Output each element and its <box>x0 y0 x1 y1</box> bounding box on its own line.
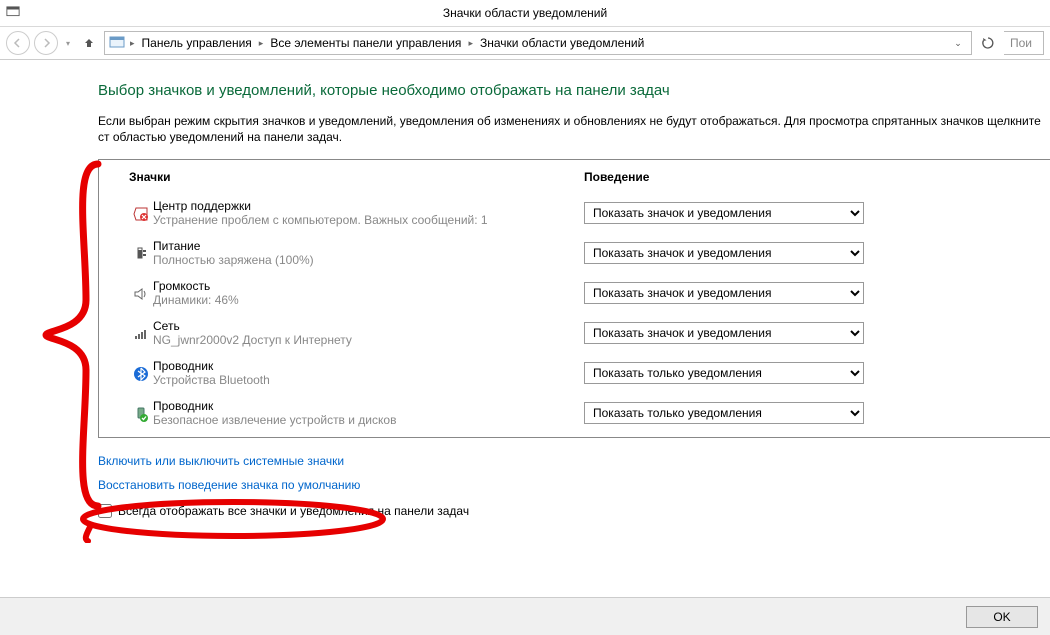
list-item: Центр поддержки Устранение проблем с ком… <box>99 193 1050 233</box>
network-icon <box>129 324 153 342</box>
breadcrumb-item[interactable]: Панель управления <box>140 35 254 51</box>
page-heading: Выбор значков и уведомлений, которые нео… <box>98 82 1050 99</box>
item-subtitle: Безопасное извлечение устройств и дисков <box>153 413 564 427</box>
behavior-select[interactable]: Показать значок и уведомленияПоказать то… <box>584 362 864 384</box>
chevron-right-icon[interactable]: ▸ <box>257 38 266 49</box>
chevron-right-icon[interactable]: ▸ <box>466 38 475 49</box>
column-behavior-header: Поведение <box>584 170 649 184</box>
behavior-select[interactable]: Показать значок и уведомленияПоказать то… <box>584 242 864 264</box>
system-icons-link[interactable]: Включить или выключить системные значки <box>98 454 344 468</box>
item-title: Питание <box>153 239 564 253</box>
always-show-checkbox[interactable] <box>98 504 112 518</box>
safely-remove-icon <box>129 404 153 422</box>
item-title: Центр поддержки <box>153 199 564 213</box>
item-subtitle: Динамики: 46% <box>153 293 564 307</box>
restore-defaults-link[interactable]: Восстановить поведение значка по умолчан… <box>98 478 360 492</box>
always-show-label: Всегда отображать все значки и уведомлен… <box>118 504 469 518</box>
breadcrumb-item[interactable]: Значки области уведомлений <box>478 35 646 51</box>
ok-button[interactable]: OK <box>966 606 1038 628</box>
behavior-select[interactable]: Показать значок и уведомленияПоказать то… <box>584 202 864 224</box>
navigation-bar: ▾ ▸ Панель управления ▸ Все элементы пан… <box>0 27 1050 60</box>
item-title: Проводник <box>153 399 564 413</box>
list-item: Питание Полностью заряжена (100%) Показа… <box>99 233 1050 273</box>
bluetooth-icon <box>129 364 153 382</box>
volume-icon <box>129 284 153 302</box>
list-item: Громкость Динамики: 46% Показать значок … <box>99 273 1050 313</box>
item-title: Проводник <box>153 359 564 373</box>
item-subtitle: Полностью заряжена (100%) <box>153 253 564 267</box>
power-icon <box>129 244 153 262</box>
item-subtitle: Устройства Bluetooth <box>153 373 564 387</box>
list-item: Проводник Устройства Bluetooth Показать … <box>99 353 1050 393</box>
chevron-right-icon[interactable]: ▸ <box>128 38 137 49</box>
window-title: Значки области уведомлений <box>443 6 607 20</box>
address-dropdown-icon[interactable]: ⌄ <box>949 38 967 49</box>
content-area: Выбор значков и уведомлений, которые нео… <box>0 60 1050 518</box>
search-placeholder: Пои <box>1010 36 1032 50</box>
back-button[interactable] <box>6 31 30 55</box>
button-bar: OK <box>0 597 1050 635</box>
column-icons-header: Значки <box>129 170 584 184</box>
forward-button[interactable] <box>34 31 58 55</box>
page-description: Если выбран режим скрытия значков и увед… <box>98 113 1050 145</box>
behavior-select[interactable]: Показать значок и уведомленияПоказать то… <box>584 282 864 304</box>
item-subtitle: NG_jwnr2000v2 Доступ к Интернету <box>153 333 564 347</box>
icon-list-frame: Значки Поведение Центр поддержки Устране… <box>98 159 1050 438</box>
list-item: Проводник Безопасное извлечение устройст… <box>99 393 1050 437</box>
breadcrumb-item[interactable]: Все элементы панели управления <box>268 35 463 51</box>
item-subtitle: Устранение проблем с компьютером. Важных… <box>153 213 564 227</box>
list-item: Сеть NG_jwnr2000v2 Доступ к Интернету По… <box>99 313 1050 353</box>
action-center-icon <box>129 204 153 222</box>
item-title: Громкость <box>153 279 564 293</box>
refresh-button[interactable] <box>976 31 1000 55</box>
title-bar: Значки области уведомлений <box>0 0 1050 27</box>
behavior-select[interactable]: Показать значок и уведомленияПоказать то… <box>584 322 864 344</box>
up-button[interactable] <box>78 32 100 54</box>
address-bar[interactable]: ▸ Панель управления ▸ Все элементы панел… <box>104 31 972 55</box>
links-area: Включить или выключить системные значки … <box>98 454 1050 518</box>
behavior-select[interactable]: Показать значок и уведомленияПоказать то… <box>584 402 864 424</box>
list-header: Значки Поведение <box>99 160 1050 193</box>
item-title: Сеть <box>153 319 564 333</box>
search-input[interactable]: Пои <box>1004 31 1044 55</box>
system-menu-icon[interactable] <box>6 6 20 20</box>
history-dropdown-icon[interactable]: ▾ <box>62 39 74 48</box>
control-panel-icon <box>109 36 125 50</box>
